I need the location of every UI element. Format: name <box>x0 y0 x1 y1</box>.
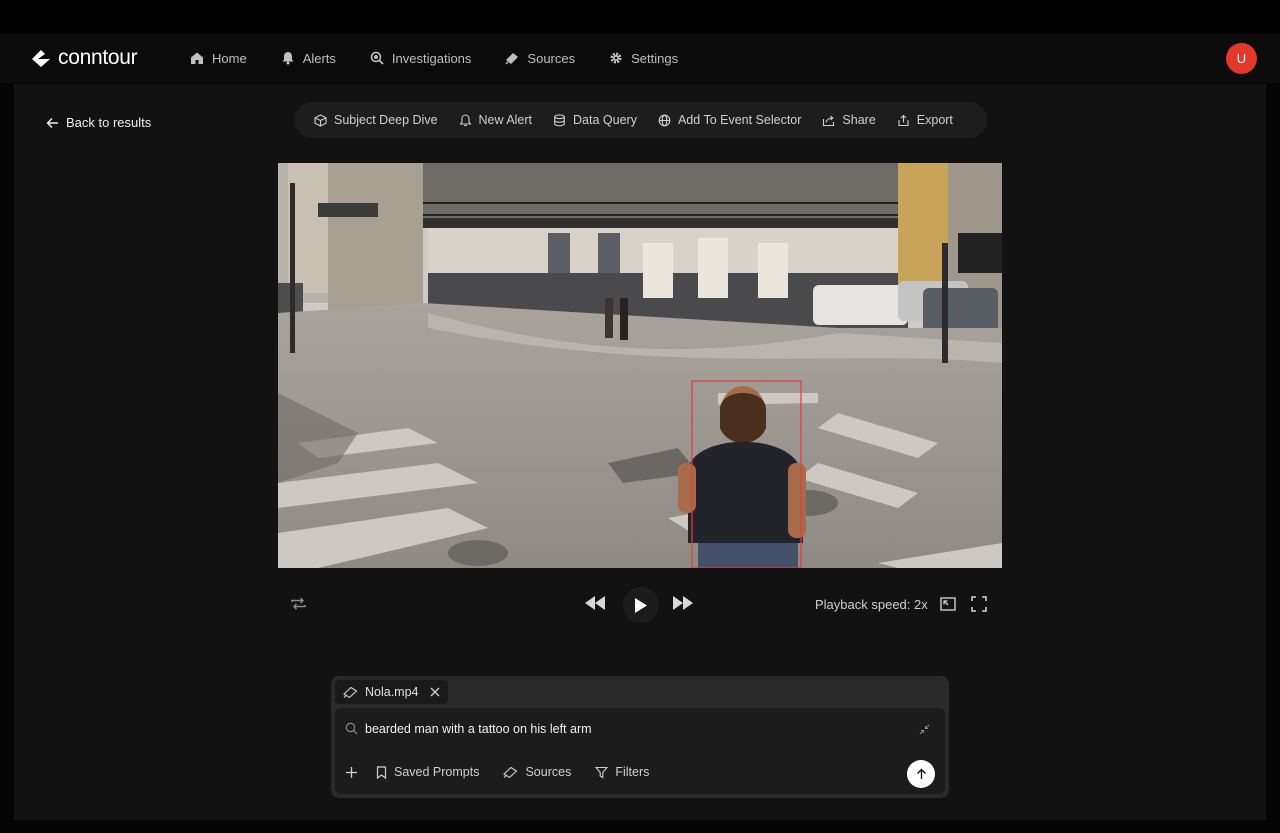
nav-label: Sources <box>527 50 576 66</box>
navbar: conntour Home Alerts Investigations Sour… <box>0 33 1280 83</box>
main-nav: Home Alerts Investigations Sources Setti… <box>190 33 712 83</box>
fast-forward-icon <box>673 596 693 610</box>
conntour-logo-icon <box>32 50 50 67</box>
logo-text: conntour <box>58 46 138 69</box>
action-label: Saved Prompts <box>394 765 480 779</box>
collapse-icon[interactable] <box>919 722 930 740</box>
nav-label: Alerts <box>302 50 336 66</box>
database-icon <box>554 113 565 126</box>
repeat-icon <box>291 597 306 610</box>
arrow-left-icon <box>46 117 58 128</box>
share-icon <box>823 115 835 126</box>
submit-search-button[interactable] <box>907 760 935 788</box>
back-to-results-link[interactable]: Back to results <box>46 115 151 130</box>
export-button[interactable]: Export <box>897 113 953 127</box>
globe-icon <box>658 114 671 126</box>
subject-deep-dive-button[interactable]: Subject Deep Dive <box>314 113 438 127</box>
nav-item-alerts[interactable]: Alerts <box>281 51 336 66</box>
logo[interactable]: conntour <box>30 46 138 70</box>
bookmark-icon <box>376 765 387 779</box>
rewind-icon <box>585 596 605 610</box>
street-scene-image <box>278 163 1002 568</box>
fullscreen-icon <box>971 596 987 612</box>
gear-icon <box>610 52 622 64</box>
search-icon <box>345 722 358 735</box>
close-icon <box>430 687 439 697</box>
filter-icon <box>595 766 609 778</box>
add-button[interactable] <box>345 766 358 779</box>
video-frame[interactable] <box>278 163 1002 568</box>
nav-item-sources[interactable]: Sources <box>505 51 575 66</box>
saved-prompts-button[interactable]: Saved Prompts <box>376 765 479 779</box>
chip-label: Nola.mp4 <box>365 685 419 699</box>
search-input[interactable] <box>365 718 905 740</box>
data-query-button[interactable]: Data Query <box>553 113 637 127</box>
source-chip[interactable]: Nola.mp4 <box>335 680 448 704</box>
nav-item-settings[interactable]: Settings <box>609 51 678 66</box>
plus-icon <box>346 766 357 778</box>
rewind-button[interactable] <box>584 595 606 616</box>
play-icon <box>635 597 647 613</box>
bell-icon <box>459 113 471 126</box>
action-toolbar: Subject Deep Dive New Alert Data Query A… <box>294 102 987 138</box>
sources-filter-button[interactable]: Sources <box>503 765 571 779</box>
filters-button[interactable]: Filters <box>595 765 649 779</box>
fullscreen-button[interactable] <box>971 596 987 617</box>
action-label: Filters <box>615 765 650 779</box>
cube-icon <box>314 113 327 127</box>
chip-close-button[interactable] <box>430 687 440 697</box>
tool-label: Data Query <box>573 113 637 127</box>
nav-item-home[interactable]: Home <box>190 51 247 66</box>
arrow-up-icon <box>916 768 926 779</box>
sources-icon <box>505 53 519 65</box>
tool-label: New Alert <box>478 113 533 127</box>
action-label: Sources <box>525 765 572 779</box>
top-band <box>0 0 1280 33</box>
nav-label: Home <box>212 50 247 66</box>
picture-in-picture-button[interactable] <box>940 597 956 616</box>
nav-label: Investigations <box>391 50 472 66</box>
new-alert-button[interactable]: New Alert <box>459 113 533 127</box>
home-icon <box>191 52 203 64</box>
back-label: Back to results <box>66 115 152 130</box>
search-card: Nola.mp4 Saved Prompts Sources Fil <box>331 676 949 798</box>
sources-icon <box>343 686 358 698</box>
investigation-icon <box>370 51 384 65</box>
tool-label: Share <box>842 113 876 127</box>
fast-forward-button[interactable] <box>672 595 694 616</box>
tool-label: Add To Event Selector <box>677 113 802 127</box>
search-box: Saved Prompts Sources Filters <box>335 708 945 794</box>
nav-label: Settings <box>631 50 679 66</box>
search-actions: Saved Prompts Sources Filters <box>345 765 673 779</box>
sources-icon <box>503 766 518 778</box>
playback-speed-control[interactable]: Playback speed: 2x <box>815 597 928 612</box>
tool-label: Export <box>916 113 953 127</box>
picture-in-picture-icon <box>940 597 956 611</box>
bell-icon <box>282 52 294 65</box>
user-avatar[interactable]: U <box>1226 43 1257 74</box>
add-to-event-selector-button[interactable]: Add To Event Selector <box>658 113 801 127</box>
share-button[interactable]: Share <box>822 113 876 127</box>
play-button[interactable] <box>623 587 659 623</box>
nav-item-investigations[interactable]: Investigations <box>370 50 472 66</box>
tool-label: Subject Deep Dive <box>334 113 438 127</box>
player-controls: Playback speed: 2x <box>278 585 1002 625</box>
loop-button[interactable] <box>290 595 307 617</box>
export-icon <box>898 114 909 126</box>
collapse-arrows-icon <box>919 724 930 735</box>
